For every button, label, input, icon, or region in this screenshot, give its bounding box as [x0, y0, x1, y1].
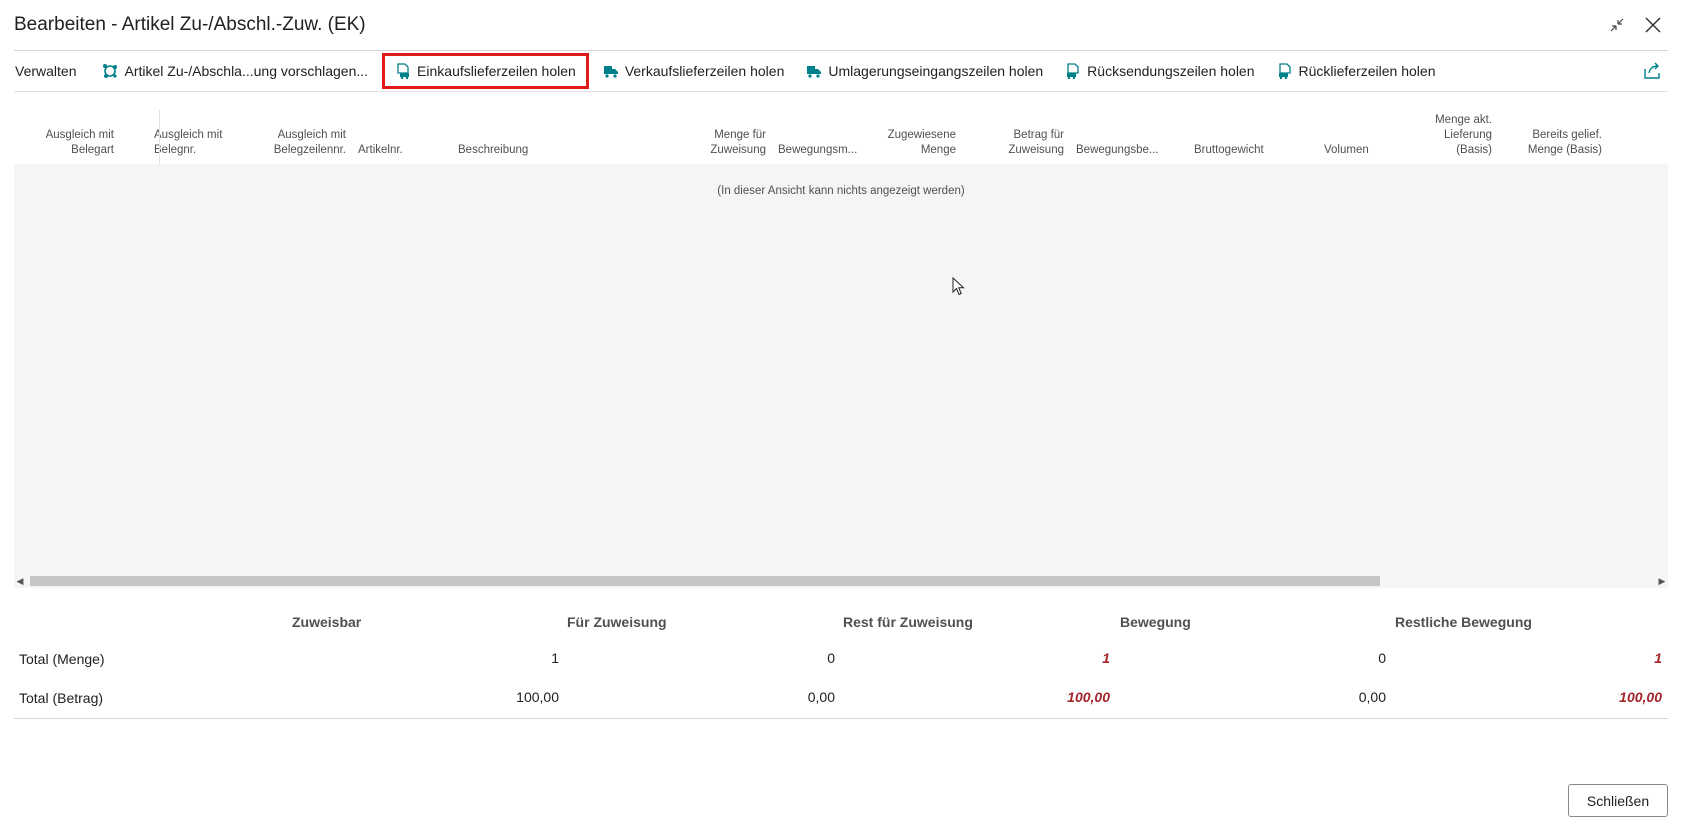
- get-return-receipt-lines-button[interactable]: Rücksendungszeilen holen: [1054, 56, 1265, 86]
- column-header[interactable]: Volumen: [1318, 143, 1410, 164]
- total-amount-assignable: 100,00: [516, 689, 559, 705]
- truck-icon: [603, 66, 618, 78]
- totals-header-movement: Bewegung: [1120, 614, 1191, 630]
- close-button[interactable]: Schließen: [1568, 784, 1668, 817]
- document-truck-icon: [397, 63, 410, 79]
- column-header[interactable]: Bewegungsm...: [772, 143, 880, 164]
- window-controls: [1606, 14, 1664, 36]
- scroll-thumb[interactable]: [30, 576, 1380, 586]
- total-amount-to-assign: 0,00: [807, 689, 835, 705]
- column-divider: [159, 110, 160, 164]
- horizontal-scrollbar[interactable]: ◀ ▶: [14, 574, 1668, 588]
- manage-label: Verwalten: [15, 63, 77, 79]
- action-bar: Verwalten Artikel Zu-/Abschla...ung vors…: [14, 51, 1668, 92]
- column-header[interactable]: Bereits gelief. Menge (Basis): [1498, 128, 1608, 164]
- scroll-left-icon[interactable]: ◀: [14, 574, 26, 588]
- document-truck-icon: [1067, 63, 1079, 79]
- total-qty-assignable: 1: [551, 650, 559, 666]
- totals-header-to-assign: Für Zuweisung: [567, 614, 667, 630]
- totals-header-rem-movement: Restliche Bewegung: [1395, 614, 1532, 630]
- column-header[interactable]: Ausgleich mit Belegart: [14, 128, 120, 164]
- column-header[interactable]: Beschreibung: [452, 143, 692, 164]
- transfer-receipt-label: Umlagerungseingangszeilen holen: [828, 63, 1044, 79]
- total-amount-rem-to-assign: 100,00: [1067, 689, 1110, 705]
- return-shipment-label: Rücklieferzeilen holen: [1298, 63, 1436, 79]
- mouse-pointer-icon: [952, 277, 965, 296]
- column-header[interactable]: Artikelnr.: [352, 143, 452, 164]
- title-bar: Bearbeiten - Artikel Zu-/Abschl.-Zuw. (E…: [14, 0, 1668, 51]
- truck-icon: [807, 66, 822, 78]
- column-header[interactable]: Bruttogewicht: [1188, 143, 1318, 164]
- total-qty-movement: 0: [1378, 650, 1386, 666]
- total-qty-rem-to-assign: 1: [1102, 650, 1110, 666]
- grid-body: (In dieser Ansicht kann nichts angezeigt…: [14, 164, 1668, 588]
- grid-header: Ausgleich mit Belegart Ausgleich mit Bel…: [14, 92, 1668, 164]
- total-amount-rem-movement: 100,00: [1619, 689, 1662, 705]
- column-header[interactable]: Menge für Zuweisung: [692, 128, 772, 164]
- return-receipt-label: Rücksendungszeilen holen: [1087, 63, 1255, 79]
- column-header[interactable]: Ausgleich mit Belegzeilennr.: [252, 128, 352, 164]
- total-qty-to-assign: 0: [827, 650, 835, 666]
- total-amount-label: Total (Betrag): [19, 690, 104, 706]
- column-header[interactable]: Betrag für Zuweisung: [962, 128, 1070, 164]
- scroll-right-icon[interactable]: ▶: [1656, 574, 1668, 588]
- get-transfer-receipt-lines-button[interactable]: Umlagerungseingangszeilen holen: [795, 56, 1054, 86]
- dialog: Bearbeiten - Artikel Zu-/Abschl.-Zuw. (E…: [0, 0, 1682, 829]
- column-header[interactable]: Bewegungsbe...: [1070, 143, 1188, 164]
- suggest-label: Artikel Zu-/Abschla...ung vorschlagen...: [124, 63, 369, 79]
- totals-section: Zuweisbar Für Zuweisung Rest für Zuweisu…: [14, 588, 1668, 719]
- total-amount-movement: 0,00: [1358, 689, 1386, 705]
- column-header[interactable]: Ausgleich mit Belegnr.: [148, 128, 252, 164]
- totals-header-rem-to-assign: Rest für Zuweisung: [843, 614, 973, 630]
- get-purchase-receipt-lines-button[interactable]: Einkaufslieferzeilen holen: [382, 53, 589, 89]
- get-return-shipment-lines-button[interactable]: Rücklieferzeilen holen: [1266, 56, 1447, 86]
- document-truck-icon: [1278, 63, 1291, 79]
- empty-message: (In dieser Ansicht kann nichts angezeigt…: [717, 185, 965, 197]
- totals-header-assignable: Zuweisbar: [292, 614, 362, 630]
- total-qty-rem-movement: 1: [1654, 650, 1662, 666]
- collapse-icon[interactable]: [1606, 14, 1628, 36]
- total-qty-label: Total (Menge): [19, 651, 105, 667]
- suggest-icon: [103, 64, 118, 78]
- close-icon[interactable]: [1642, 14, 1664, 36]
- sales-shipment-label: Verkaufslieferzeilen holen: [624, 63, 785, 79]
- manage-menu[interactable]: Verwalten: [14, 56, 87, 86]
- dialog-footer: Schließen: [1568, 784, 1668, 817]
- lines-grid: Ausgleich mit Belegart Ausgleich mit Bel…: [14, 92, 1668, 588]
- purchase-receipt-label: Einkaufslieferzeilen holen: [417, 63, 576, 79]
- get-sales-shipment-lines-button[interactable]: Verkaufslieferzeilen holen: [592, 56, 796, 86]
- column-header[interactable]: Menge akt. Lieferung (Basis): [1410, 113, 1498, 164]
- share-icon[interactable]: [1642, 61, 1662, 81]
- suggest-assignment-button[interactable]: Artikel Zu-/Abschla...ung vorschlagen...: [91, 56, 379, 86]
- page-title: Bearbeiten - Artikel Zu-/Abschl.-Zuw. (E…: [14, 14, 366, 35]
- column-header[interactable]: Zugewiesene Menge: [880, 128, 962, 164]
